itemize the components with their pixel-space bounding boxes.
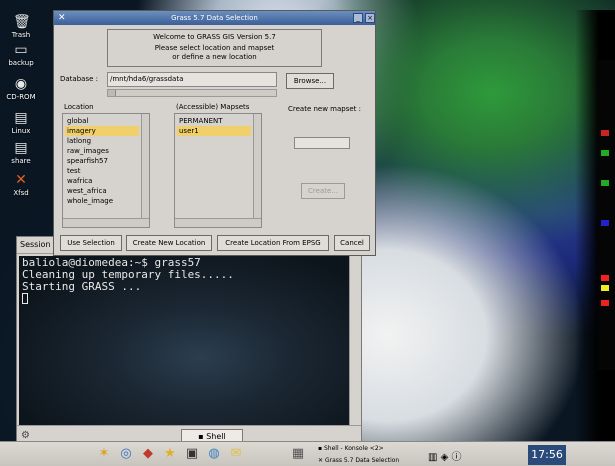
dialog-titlebar[interactable]: ✕ Grass 5.7 Data Selection _ × (54, 11, 375, 25)
list-item[interactable]: spearfish57 (65, 156, 139, 166)
trash-icon: 🗑 (13, 14, 31, 30)
panel-marker (601, 300, 609, 306)
terminal-cursor (22, 293, 28, 304)
desktop-icon-trash[interactable]: 🗑 Trash (4, 14, 38, 39)
list-item[interactable]: west_africa (65, 186, 139, 196)
welcome-message: Welcome to GRASS GIS Version 5.7 Please … (107, 29, 322, 67)
panel-marker (601, 150, 609, 156)
terminal-prompt (22, 293, 346, 306)
drive-icon: ▤ (14, 110, 28, 126)
star-launcher-icon[interactable]: ✶ (96, 446, 112, 462)
database-field[interactable]: /mnt/hda6/grassdata (107, 72, 277, 87)
location-hscrollbar[interactable] (63, 218, 149, 227)
list-item[interactable]: user1 (177, 126, 251, 136)
new-mapset-field[interactable] (294, 137, 350, 149)
location-label: Location (64, 103, 94, 111)
drive-icon: ▤ (14, 140, 28, 156)
browse-button[interactable]: Browse... (286, 73, 334, 89)
panel-marker (601, 180, 609, 186)
mapsets-label: (Accessible) Mapsets (176, 103, 250, 111)
mapset-vscrollbar[interactable] (253, 114, 261, 218)
task-konsole[interactable]: ▪ Shell - Konsole <2> (316, 443, 424, 454)
desktop-icon-xfsd[interactable]: ✕ Xfsd (4, 172, 38, 197)
desktop-icon-cdrom[interactable]: ◉ CD-ROM (4, 76, 38, 101)
terminal-output[interactable]: baliola@diomedea:~$ grass57 Cleaning up … (19, 256, 349, 425)
terminal-icon: ▪ (198, 432, 204, 441)
system-tray[interactable]: ▥ ◈ ⓘ (428, 448, 462, 463)
new-session-icon[interactable]: ⚙ (21, 430, 30, 441)
mail-launcher-icon[interactable]: ✉ (228, 446, 244, 462)
list-item[interactable]: raw_images (65, 146, 139, 156)
create-mapset-label: Create new mapset : (288, 105, 362, 113)
desktop-icon-share[interactable]: ▤ share (4, 140, 38, 165)
list-item[interactable]: wafrica (65, 176, 139, 186)
side-panel (598, 60, 615, 370)
volume-tray-icon: ◈ (440, 452, 449, 463)
cdrom-icon: ◉ (14, 76, 28, 92)
dialog-title: Grass 5.7 Data Selection (171, 14, 258, 22)
welcome-line: Welcome to GRASS GIS Version 5.7 (153, 33, 276, 41)
database-label: Database : (60, 75, 98, 83)
globe-launcher-icon[interactable]: ◎ (118, 446, 134, 462)
konsole-window: Session E baliola@diomedea:~$ grass57 Cl… (16, 236, 362, 448)
mapset-hscrollbar[interactable] (175, 218, 261, 227)
x-icon: ✕ (15, 172, 27, 188)
location-vscrollbar[interactable] (141, 114, 149, 218)
scroll-thumb[interactable] (108, 90, 116, 96)
terminal-launcher-icon[interactable]: ▣ (184, 446, 200, 462)
folder-icon: ▭ (14, 42, 28, 58)
list-item[interactable]: PERMANENT (177, 116, 251, 126)
info-tray-icon: ⓘ (451, 452, 462, 463)
panel-marker (601, 220, 609, 226)
panel-marker (601, 275, 609, 281)
welcome-line: Please select location and mapset (154, 44, 275, 52)
panel-marker (601, 285, 609, 291)
network-launcher-icon[interactable]: ◍ (206, 446, 222, 462)
x-logo-icon: ✕ (58, 13, 66, 23)
welcome-line: or define a new location (172, 53, 257, 61)
grass-data-selection-dialog: ✕ Grass 5.7 Data Selection _ × Welcome t… (53, 10, 376, 256)
list-item[interactable]: imagery (65, 126, 139, 136)
clock[interactable]: 17:56 (528, 445, 566, 465)
location-list[interactable]: global imagery latlong raw_images spearf… (62, 113, 150, 228)
mapset-list[interactable]: PERMANENT user1 (174, 113, 262, 228)
terminal-line: Starting GRASS ... (22, 280, 142, 293)
terminal-scrollbar[interactable] (349, 256, 359, 425)
create-new-location-button[interactable]: Create New Location (126, 235, 212, 251)
browser-launcher-icon[interactable]: ◆ (140, 446, 156, 462)
database-scrollbar[interactable] (107, 89, 277, 97)
close-button[interactable]: × (365, 13, 375, 23)
minimize-button[interactable]: _ (353, 13, 363, 23)
x-task-icon: ✕ (318, 457, 324, 464)
list-item[interactable]: test (65, 166, 139, 176)
use-selection-button[interactable]: Use Selection (60, 235, 122, 251)
desktop-pager-icon[interactable]: ▦ (290, 446, 306, 462)
taskbar: ✶ ◎ ◆ ★ ▣ ◍ ✉ ▦ ▪ Shell - Konsole <2> ✕ … (0, 441, 615, 466)
panel-marker (601, 130, 609, 136)
desktop-icon-linux[interactable]: ▤ Linux (4, 110, 38, 135)
list-item[interactable]: latlong (65, 136, 139, 146)
task-grass-dialog[interactable]: ✕ Grass 5.7 Data Selection (316, 455, 424, 466)
create-mapset-button[interactable]: Create... (301, 183, 345, 199)
network-tray-icon: ▥ (428, 452, 438, 463)
list-item[interactable]: whole_image (65, 196, 139, 206)
desktop-icon-backup[interactable]: ▭ backup (4, 42, 38, 67)
list-item[interactable]: global (65, 116, 139, 126)
cancel-button[interactable]: Cancel (334, 235, 370, 251)
create-location-epsg-button[interactable]: Create Location From EPSG (217, 235, 329, 251)
bookmark-launcher-icon[interactable]: ★ (162, 446, 178, 462)
konsole-task-icon: ▪ (318, 445, 323, 452)
